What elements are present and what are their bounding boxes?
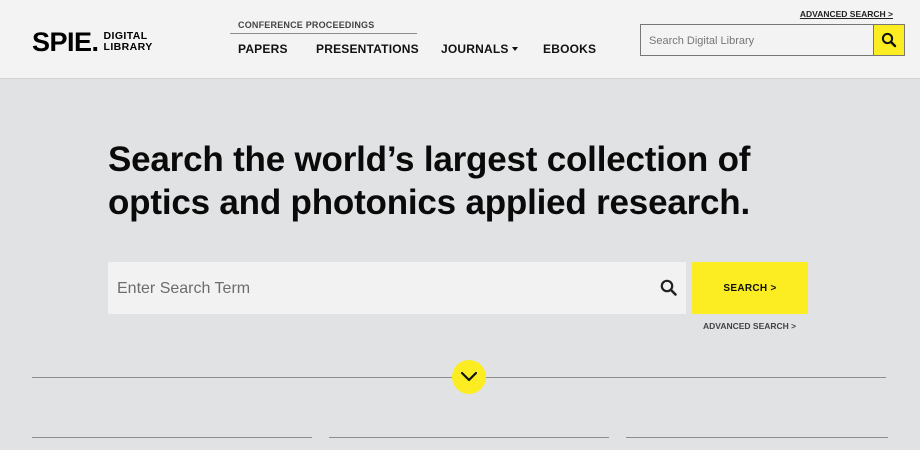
- chevron-down-icon: [460, 371, 478, 382]
- column-divider-1: [32, 437, 312, 438]
- spie-digital-library-logo[interactable]: SPIE. DIGITAL LIBRARY: [32, 27, 153, 57]
- header-search-box: [640, 24, 905, 57]
- nav-journals-label: JOURNALS: [441, 42, 509, 56]
- logo-subtitle: DIGITAL LIBRARY: [103, 30, 153, 53]
- caret-down-icon: [511, 47, 518, 51]
- header-search-input[interactable]: [641, 25, 883, 57]
- hero-advanced-search-link[interactable]: ADVANCED SEARCH >: [703, 321, 796, 331]
- nav-presentations[interactable]: PRESENTATIONS: [316, 42, 419, 56]
- hero-headline-line-2: optics and photonics applied research.: [108, 183, 750, 222]
- nav-ebooks[interactable]: EBOOKS: [543, 42, 596, 56]
- nav-papers[interactable]: PAPERS: [238, 42, 288, 56]
- hero-headline: Search the world’s largest collection of…: [108, 138, 848, 224]
- hero-search-input[interactable]: [108, 262, 659, 316]
- logo-wordmark: SPIE.: [32, 26, 99, 57]
- hero-search-button[interactable]: SEARCH >: [692, 262, 808, 314]
- nav-journals[interactable]: JOURNALS: [441, 42, 518, 56]
- site-header: SPIE. DIGITAL LIBRARY CONFERENCE PROCEED…: [0, 0, 920, 79]
- column-divider-2: [329, 437, 609, 438]
- expand-button[interactable]: [452, 360, 486, 394]
- hero-headline-line-1: Search the world’s largest collection of: [108, 140, 751, 179]
- conference-proceedings-divider: [230, 33, 417, 34]
- search-icon[interactable]: [659, 278, 679, 298]
- search-icon: [881, 32, 897, 48]
- hero-search-box: [108, 262, 686, 316]
- conference-proceedings-label: CONFERENCE PROCEEDINGS: [238, 20, 375, 30]
- header-advanced-search-link[interactable]: ADVANCED SEARCH >: [800, 9, 893, 19]
- header-search-button[interactable]: [873, 25, 904, 55]
- column-divider-3: [626, 437, 888, 438]
